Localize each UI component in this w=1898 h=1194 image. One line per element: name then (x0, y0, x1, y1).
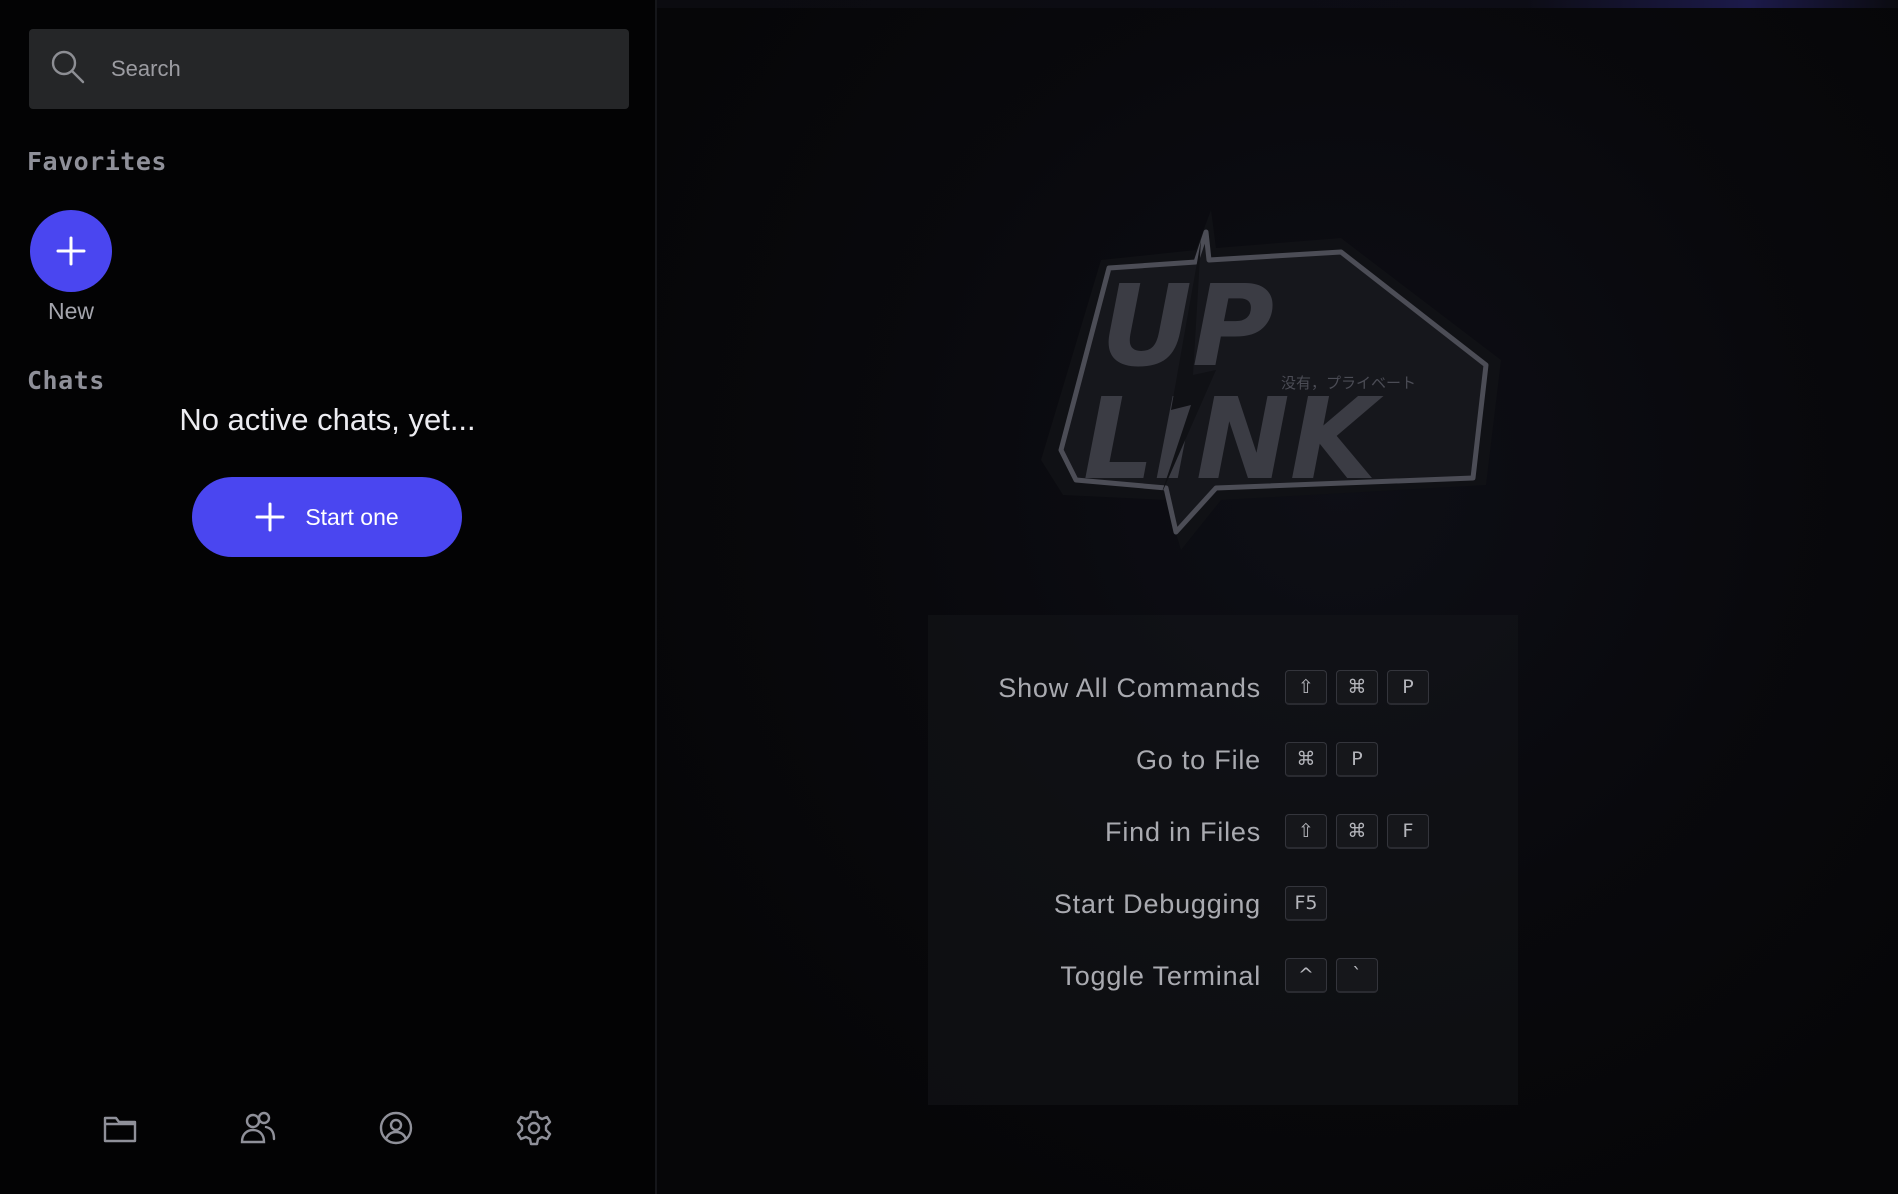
key-shift: ⇧ (1285, 670, 1327, 705)
key-p: P (1387, 670, 1429, 705)
key-cmd: ⌘ (1336, 814, 1378, 849)
search-icon (49, 48, 87, 91)
shortcut-row[interactable]: Show All Commands ⇧ ⌘ P (928, 670, 1518, 710)
shortcut-label: Toggle Terminal (1060, 961, 1261, 991)
logo-tagline: 没有，プライベート (1281, 374, 1416, 392)
shortcuts-panel: Show All Commands ⇧ ⌘ P Go to File ⌘ P F… (928, 615, 1518, 1105)
start-chat-label: Start one (305, 503, 399, 530)
shortcut-row[interactable]: Start Debugging F5 (928, 886, 1518, 926)
plus-icon (56, 236, 86, 266)
plus-icon (255, 502, 285, 532)
shortcut-keys: ⌘ P (1285, 742, 1378, 777)
shortcut-row[interactable]: Go to File ⌘ P (928, 742, 1518, 782)
logo-line2: LINK (1083, 375, 1384, 505)
key-ctrl: ^ (1285, 958, 1327, 993)
shortcut-keys: ⇧ ⌘ P (1285, 670, 1429, 705)
top-accent-bar (657, 0, 1898, 8)
new-favorite-button[interactable] (30, 210, 112, 292)
key-f: F (1387, 814, 1429, 849)
key-cmd: ⌘ (1336, 670, 1378, 705)
settings-icon[interactable] (512, 1106, 556, 1150)
key-p: P (1336, 742, 1378, 777)
friends-icon[interactable] (236, 1106, 280, 1150)
shortcut-row[interactable]: Toggle Terminal ^ ` (928, 958, 1518, 998)
favorites-title: Favorites (27, 147, 167, 176)
sidebar: Favorites New Chats No active chats, yet… (0, 0, 657, 1194)
shortcut-label: Find in Files (1105, 817, 1261, 847)
search-input[interactable] (109, 55, 593, 83)
key-shift: ⇧ (1285, 814, 1327, 849)
shortcut-label: Start Debugging (1053, 889, 1261, 919)
shortcut-keys: F5 (1285, 886, 1327, 921)
key-cmd: ⌘ (1285, 742, 1327, 777)
sidebar-footer (0, 1106, 655, 1150)
shortcut-label: Show All Commands (998, 673, 1261, 703)
shortcut-row[interactable]: Find in Files ⇧ ⌘ F (928, 814, 1518, 854)
chats-title: Chats (27, 366, 105, 395)
search-bar[interactable] (29, 29, 629, 109)
profile-icon[interactable] (374, 1106, 418, 1150)
shortcut-keys: ^ ` (1285, 958, 1378, 993)
app-window: Favorites New Chats No active chats, yet… (0, 0, 1898, 1194)
uplink-logo: UP LINK 没有，プライベート (1041, 210, 1501, 550)
folder-icon[interactable] (98, 1106, 142, 1150)
key-backtick: ` (1336, 958, 1378, 993)
main-panel: UP LINK 没有，プライベート Show All Commands ⇧ ⌘ … (657, 0, 1898, 1194)
key-f5: F5 (1285, 886, 1327, 921)
shortcut-keys: ⇧ ⌘ F (1285, 814, 1429, 849)
new-favorite-label: New (47, 298, 94, 324)
shortcut-label: Go to File (1135, 745, 1261, 775)
empty-chats-message: No active chats, yet... (179, 402, 476, 437)
start-chat-button[interactable]: Start one (192, 477, 462, 557)
